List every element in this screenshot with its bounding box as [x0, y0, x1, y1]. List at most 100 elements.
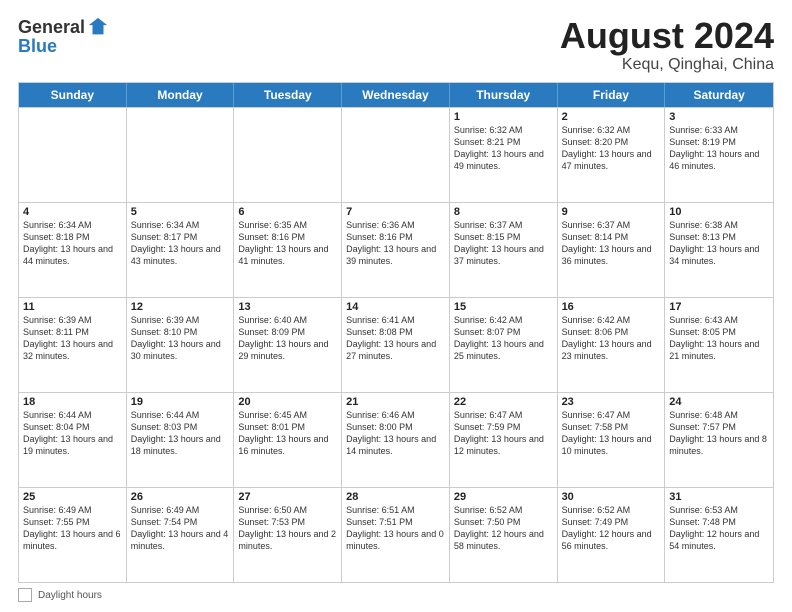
cell-info: Sunrise: 6:53 AM Sunset: 7:48 PM Dayligh…	[669, 504, 769, 553]
cell-info: Sunrise: 6:36 AM Sunset: 8:16 PM Dayligh…	[346, 219, 445, 268]
cell-date: 31	[669, 491, 769, 503]
cell-info: Sunrise: 6:51 AM Sunset: 7:51 PM Dayligh…	[346, 504, 445, 553]
cell-date: 17	[669, 301, 769, 313]
cell-info: Sunrise: 6:47 AM Sunset: 7:58 PM Dayligh…	[562, 409, 661, 458]
cell-date: 22	[454, 396, 553, 408]
page: General Blue August 2024 Kequ, Qinghai, …	[0, 0, 792, 612]
cell-info: Sunrise: 6:50 AM Sunset: 7:53 PM Dayligh…	[238, 504, 337, 553]
calendar-cell	[234, 108, 342, 202]
cell-date: 24	[669, 396, 769, 408]
calendar-cell: 5Sunrise: 6:34 AM Sunset: 8:17 PM Daylig…	[127, 203, 235, 297]
cell-date: 7	[346, 206, 445, 218]
cell-info: Sunrise: 6:48 AM Sunset: 7:57 PM Dayligh…	[669, 409, 769, 458]
calendar: SundayMondayTuesdayWednesdayThursdayFrid…	[18, 82, 774, 583]
calendar-cell: 23Sunrise: 6:47 AM Sunset: 7:58 PM Dayli…	[558, 393, 666, 487]
cell-info: Sunrise: 6:34 AM Sunset: 8:17 PM Dayligh…	[131, 219, 230, 268]
cell-info: Sunrise: 6:38 AM Sunset: 8:13 PM Dayligh…	[669, 219, 769, 268]
footer: Daylight hours	[18, 588, 774, 602]
cell-date: 11	[23, 301, 122, 313]
calendar-cell: 19Sunrise: 6:44 AM Sunset: 8:03 PM Dayli…	[127, 393, 235, 487]
cell-info: Sunrise: 6:52 AM Sunset: 7:49 PM Dayligh…	[562, 504, 661, 553]
calendar-cell: 24Sunrise: 6:48 AM Sunset: 7:57 PM Dayli…	[665, 393, 773, 487]
title-block: August 2024 Kequ, Qinghai, China	[560, 16, 774, 74]
header-cell-monday: Monday	[127, 83, 235, 107]
header-cell-tuesday: Tuesday	[234, 83, 342, 107]
cell-date: 25	[23, 491, 122, 503]
cell-date: 27	[238, 491, 337, 503]
cell-info: Sunrise: 6:40 AM Sunset: 8:09 PM Dayligh…	[238, 314, 337, 363]
calendar-header-row: SundayMondayTuesdayWednesdayThursdayFrid…	[19, 83, 773, 107]
header-cell-sunday: Sunday	[19, 83, 127, 107]
header-cell-wednesday: Wednesday	[342, 83, 450, 107]
cell-info: Sunrise: 6:41 AM Sunset: 8:08 PM Dayligh…	[346, 314, 445, 363]
cell-info: Sunrise: 6:32 AM Sunset: 8:21 PM Dayligh…	[454, 124, 553, 173]
calendar-cell: 22Sunrise: 6:47 AM Sunset: 7:59 PM Dayli…	[450, 393, 558, 487]
cell-date: 5	[131, 206, 230, 218]
cell-info: Sunrise: 6:42 AM Sunset: 8:06 PM Dayligh…	[562, 314, 661, 363]
calendar-cell: 21Sunrise: 6:46 AM Sunset: 8:00 PM Dayli…	[342, 393, 450, 487]
calendar-cell: 31Sunrise: 6:53 AM Sunset: 7:48 PM Dayli…	[665, 488, 773, 582]
calendar-cell: 16Sunrise: 6:42 AM Sunset: 8:06 PM Dayli…	[558, 298, 666, 392]
cell-date: 6	[238, 206, 337, 218]
cell-date: 28	[346, 491, 445, 503]
calendar-week-3: 18Sunrise: 6:44 AM Sunset: 8:04 PM Dayli…	[19, 392, 773, 487]
cell-info: Sunrise: 6:47 AM Sunset: 7:59 PM Dayligh…	[454, 409, 553, 458]
calendar-cell	[127, 108, 235, 202]
calendar-cell: 17Sunrise: 6:43 AM Sunset: 8:05 PM Dayli…	[665, 298, 773, 392]
cell-date: 3	[669, 111, 769, 123]
cell-date: 2	[562, 111, 661, 123]
footer-box	[18, 588, 32, 602]
cell-date: 29	[454, 491, 553, 503]
calendar-cell: 27Sunrise: 6:50 AM Sunset: 7:53 PM Dayli…	[234, 488, 342, 582]
calendar-cell	[342, 108, 450, 202]
calendar-cell: 4Sunrise: 6:34 AM Sunset: 8:18 PM Daylig…	[19, 203, 127, 297]
calendar-cell	[19, 108, 127, 202]
cell-date: 1	[454, 111, 553, 123]
cell-info: Sunrise: 6:35 AM Sunset: 8:16 PM Dayligh…	[238, 219, 337, 268]
cell-info: Sunrise: 6:45 AM Sunset: 8:01 PM Dayligh…	[238, 409, 337, 458]
calendar-cell: 15Sunrise: 6:42 AM Sunset: 8:07 PM Dayli…	[450, 298, 558, 392]
calendar-cell: 1Sunrise: 6:32 AM Sunset: 8:21 PM Daylig…	[450, 108, 558, 202]
cell-date: 14	[346, 301, 445, 313]
cell-info: Sunrise: 6:52 AM Sunset: 7:50 PM Dayligh…	[454, 504, 553, 553]
calendar-cell: 20Sunrise: 6:45 AM Sunset: 8:01 PM Dayli…	[234, 393, 342, 487]
cell-info: Sunrise: 6:46 AM Sunset: 8:00 PM Dayligh…	[346, 409, 445, 458]
cell-info: Sunrise: 6:33 AM Sunset: 8:19 PM Dayligh…	[669, 124, 769, 173]
header-cell-saturday: Saturday	[665, 83, 773, 107]
cell-info: Sunrise: 6:34 AM Sunset: 8:18 PM Dayligh…	[23, 219, 122, 268]
cell-date: 21	[346, 396, 445, 408]
cell-info: Sunrise: 6:44 AM Sunset: 8:03 PM Dayligh…	[131, 409, 230, 458]
calendar-cell: 18Sunrise: 6:44 AM Sunset: 8:04 PM Dayli…	[19, 393, 127, 487]
cell-info: Sunrise: 6:43 AM Sunset: 8:05 PM Dayligh…	[669, 314, 769, 363]
calendar-cell: 3Sunrise: 6:33 AM Sunset: 8:19 PM Daylig…	[665, 108, 773, 202]
header-cell-thursday: Thursday	[450, 83, 558, 107]
cell-date: 30	[562, 491, 661, 503]
cell-info: Sunrise: 6:39 AM Sunset: 8:11 PM Dayligh…	[23, 314, 122, 363]
calendar-cell: 11Sunrise: 6:39 AM Sunset: 8:11 PM Dayli…	[19, 298, 127, 392]
cell-date: 12	[131, 301, 230, 313]
calendar-cell: 6Sunrise: 6:35 AM Sunset: 8:16 PM Daylig…	[234, 203, 342, 297]
cell-date: 8	[454, 206, 553, 218]
cell-date: 9	[562, 206, 661, 218]
logo-general: General	[18, 17, 85, 38]
calendar-cell: 2Sunrise: 6:32 AM Sunset: 8:20 PM Daylig…	[558, 108, 666, 202]
cell-info: Sunrise: 6:42 AM Sunset: 8:07 PM Dayligh…	[454, 314, 553, 363]
calendar-week-1: 4Sunrise: 6:34 AM Sunset: 8:18 PM Daylig…	[19, 202, 773, 297]
cell-info: Sunrise: 6:49 AM Sunset: 7:54 PM Dayligh…	[131, 504, 230, 553]
logo: General Blue	[18, 16, 109, 57]
cell-date: 23	[562, 396, 661, 408]
header-cell-friday: Friday	[558, 83, 666, 107]
cell-date: 18	[23, 396, 122, 408]
calendar-body: 1Sunrise: 6:32 AM Sunset: 8:21 PM Daylig…	[19, 107, 773, 582]
calendar-cell: 29Sunrise: 6:52 AM Sunset: 7:50 PM Dayli…	[450, 488, 558, 582]
cell-date: 10	[669, 206, 769, 218]
calendar-cell: 30Sunrise: 6:52 AM Sunset: 7:49 PM Dayli…	[558, 488, 666, 582]
calendar-cell: 10Sunrise: 6:38 AM Sunset: 8:13 PM Dayli…	[665, 203, 773, 297]
footer-label: Daylight hours	[38, 590, 102, 601]
cell-info: Sunrise: 6:49 AM Sunset: 7:55 PM Dayligh…	[23, 504, 122, 553]
calendar-cell: 8Sunrise: 6:37 AM Sunset: 8:15 PM Daylig…	[450, 203, 558, 297]
calendar-cell: 14Sunrise: 6:41 AM Sunset: 8:08 PM Dayli…	[342, 298, 450, 392]
cell-info: Sunrise: 6:32 AM Sunset: 8:20 PM Dayligh…	[562, 124, 661, 173]
cell-date: 4	[23, 206, 122, 218]
calendar-cell: 9Sunrise: 6:37 AM Sunset: 8:14 PM Daylig…	[558, 203, 666, 297]
